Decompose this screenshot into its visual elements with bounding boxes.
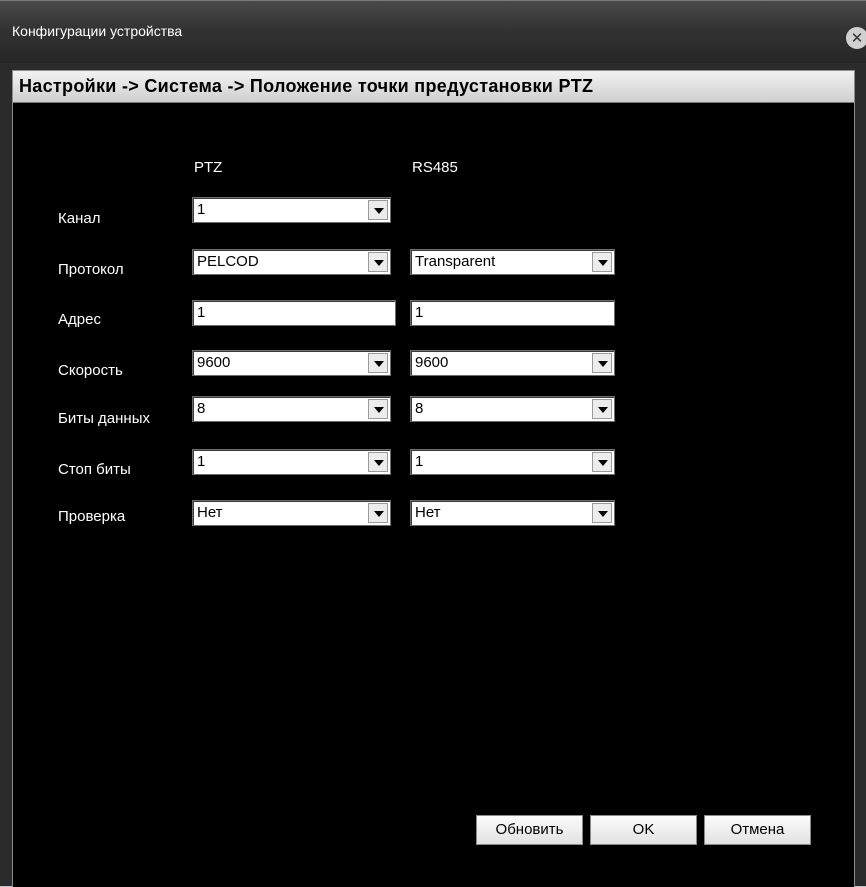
- rs485-address-value: 1: [415, 304, 424, 321]
- data-bits-label: Биты данных: [58, 410, 150, 427]
- chevron-down-icon[interactable]: [592, 503, 612, 523]
- ptz-address-value: 1: [197, 304, 206, 321]
- settings-panel: Настройки -> Система -> Положение точки …: [12, 70, 855, 887]
- ptz-data-bits-select[interactable]: 8: [192, 396, 391, 422]
- ptz-parity-value: Нет: [197, 504, 223, 521]
- rs485-address-input[interactable]: 1: [410, 300, 615, 326]
- chevron-down-icon[interactable]: [592, 353, 612, 373]
- breadcrumb: Настройки -> Система -> Положение точки …: [13, 71, 854, 103]
- close-icon[interactable]: ✕: [846, 27, 866, 49]
- chevron-down-icon[interactable]: [368, 252, 388, 272]
- column-header-rs485: RS485: [412, 159, 458, 176]
- ok-button[interactable]: OK: [590, 815, 697, 845]
- rs485-speed-value: 9600: [415, 354, 449, 371]
- chevron-down-icon[interactable]: [592, 399, 612, 419]
- cancel-button[interactable]: Отмена: [704, 815, 811, 845]
- rs485-protocol-value: Transparent: [415, 253, 496, 270]
- ptz-protocol-value: PELCOD: [197, 253, 259, 270]
- channel-label: Канал: [58, 210, 101, 227]
- breadcrumb-text: Настройки -> Система -> Положение точки …: [19, 76, 594, 96]
- device-config-dialog: Конфигурации устройства ✕ Настройки -> С…: [0, 0, 866, 887]
- chevron-down-icon[interactable]: [592, 252, 612, 272]
- ptz-address-input[interactable]: 1: [192, 300, 396, 326]
- chevron-down-icon[interactable]: [368, 200, 388, 220]
- rs485-protocol-select[interactable]: Transparent: [410, 249, 615, 275]
- ptz-parity-select[interactable]: Нет: [192, 500, 391, 526]
- stop-bits-label: Стоп биты: [58, 461, 131, 478]
- chevron-down-icon[interactable]: [368, 503, 388, 523]
- rs485-parity-select[interactable]: Нет: [410, 500, 615, 526]
- window-title: Конфигурации устройства: [12, 23, 183, 39]
- refresh-button[interactable]: Обновить: [476, 815, 583, 845]
- ptz-speed-select[interactable]: 9600: [192, 350, 391, 376]
- parity-label: Проверка: [58, 508, 126, 525]
- rs485-speed-select[interactable]: 9600: [410, 350, 615, 376]
- ptz-channel-select[interactable]: 1: [192, 197, 391, 223]
- rs485-stop-bits-select[interactable]: 1: [410, 449, 615, 475]
- chevron-down-icon[interactable]: [368, 353, 388, 373]
- address-label: Адрес: [58, 311, 101, 328]
- ptz-data-bits-value: 8: [197, 400, 206, 417]
- chevron-down-icon[interactable]: [368, 399, 388, 419]
- ptz-channel-value: 1: [197, 201, 206, 218]
- chevron-down-icon[interactable]: [592, 452, 612, 472]
- ptz-stop-bits-select[interactable]: 1: [192, 449, 391, 475]
- rs485-data-bits-select[interactable]: 8: [410, 396, 615, 422]
- title-bar[interactable]: Конфигурации устройства ✕: [0, 0, 866, 63]
- rs485-data-bits-value: 8: [415, 400, 424, 417]
- ptz-speed-value: 9600: [197, 354, 231, 371]
- rs485-stop-bits-value: 1: [415, 453, 424, 470]
- speed-label: Скорость: [58, 362, 123, 379]
- chevron-down-icon[interactable]: [368, 452, 388, 472]
- ptz-stop-bits-value: 1: [197, 453, 206, 470]
- ptz-protocol-select[interactable]: PELCOD: [192, 249, 391, 275]
- protocol-label: Протокол: [58, 261, 124, 278]
- rs485-parity-value: Нет: [415, 504, 441, 521]
- column-header-ptz: PTZ: [194, 159, 223, 176]
